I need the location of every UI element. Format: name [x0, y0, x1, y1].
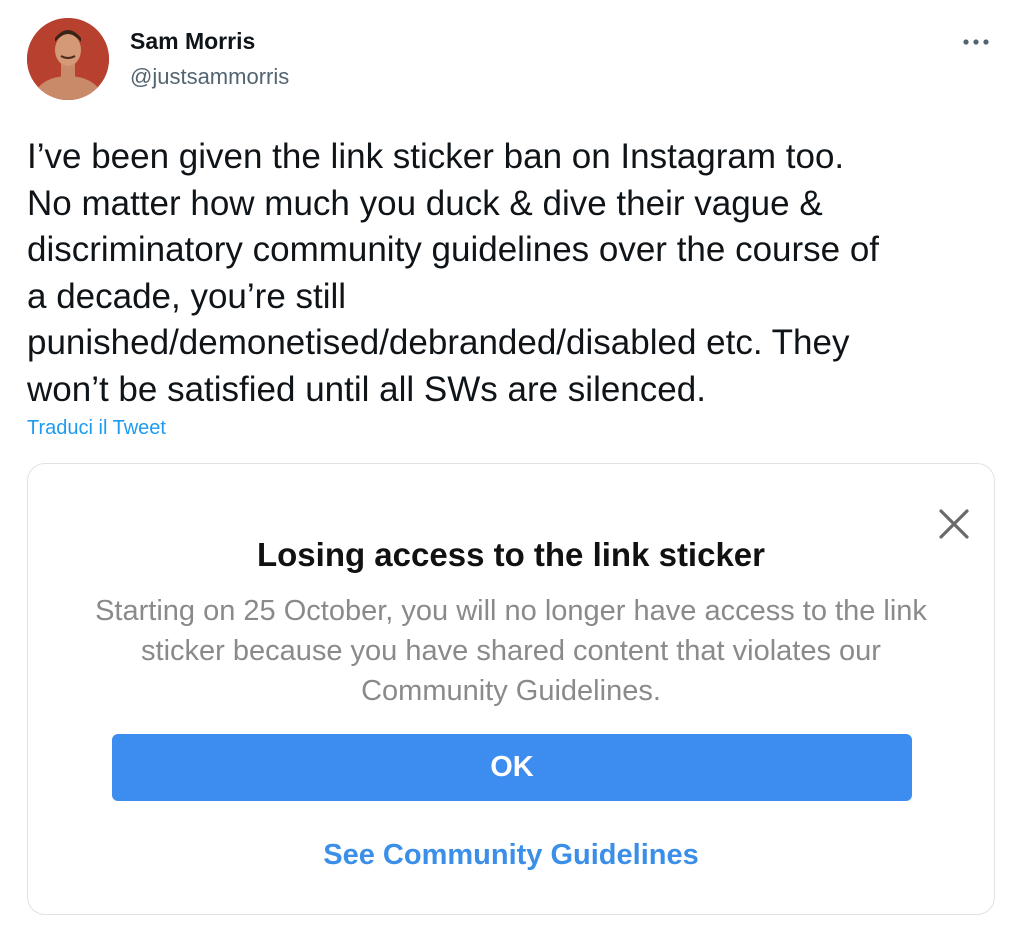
more-horizontal-icon — [963, 39, 989, 45]
see-community-guidelines-link[interactable]: See Community Guidelines — [28, 839, 994, 872]
user-name[interactable]: Sam Morris — [130, 28, 255, 55]
dialog-message: Starting on 25 October, you will no long… — [95, 595, 927, 707]
profile-photo-icon — [27, 18, 109, 100]
translate-tweet-link[interactable]: Traduci il Tweet — [27, 417, 166, 440]
avatar[interactable] — [27, 18, 109, 100]
dialog-title: Losing access to the link sticker — [256, 536, 766, 573]
tweet-text: I’ve been given the link sticker ban on … — [27, 137, 880, 409]
user-handle[interactable]: @justsammorris — [130, 64, 289, 90]
embedded-screenshot: Losing access to the link sticker Starti… — [27, 463, 995, 915]
more-options-button[interactable] — [958, 28, 994, 56]
tweet: Sam Morris @justsammorris I’ve been give… — [0, 0, 1024, 930]
ok-button[interactable]: OK — [112, 734, 912, 801]
